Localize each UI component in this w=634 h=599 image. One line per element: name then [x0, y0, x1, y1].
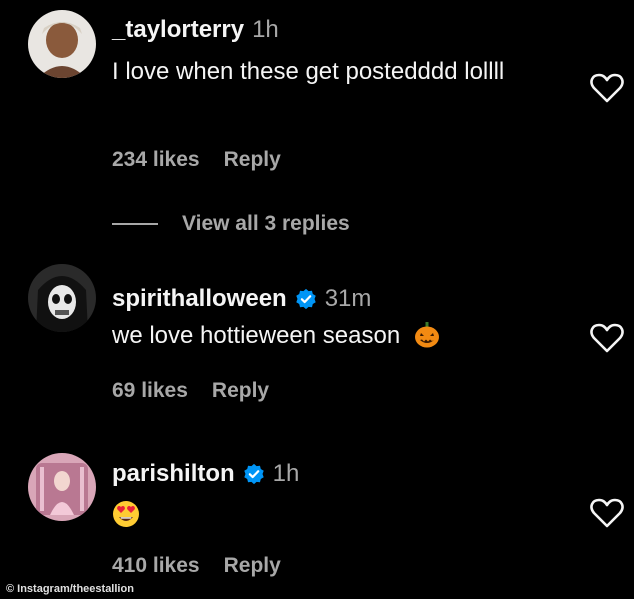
avatar[interactable] [28, 453, 96, 521]
view-replies-button[interactable]: View all 3 replies [112, 212, 350, 236]
comment-header: _taylorterry 1h [112, 16, 279, 44]
person-avatar-icon [28, 10, 96, 78]
comment-text-row: we love hottieween season [112, 320, 572, 352]
likes-count[interactable]: 234 likes [112, 148, 200, 171]
username[interactable]: spirithalloween [112, 285, 287, 313]
heart-icon[interactable] [590, 73, 624, 103]
comment-text: I love when these get postedddd lollll [112, 58, 505, 85]
comment-meta: 410 likes Reply [112, 554, 281, 578]
username[interactable]: parishilton [112, 460, 235, 488]
comment-text: we love hottieween season [112, 322, 401, 349]
replies-divider [112, 223, 158, 225]
comment-header: parishilton 1h [112, 460, 299, 488]
timestamp: 1h [252, 16, 279, 43]
comment-meta: 234 likes Reply [112, 148, 281, 172]
watermark: © Instagram/theestallion [6, 583, 134, 595]
pink-avatar-icon [28, 453, 96, 521]
comment-meta: 69 likes Reply [112, 379, 269, 403]
verified-badge-icon [243, 463, 264, 485]
skull-reaper-avatar-icon [28, 264, 96, 332]
timestamp: 1h [272, 460, 300, 487]
reply-button[interactable]: Reply [224, 148, 281, 171]
username[interactable]: _taylorterry [112, 16, 244, 44]
timestamp: 31m [324, 285, 372, 312]
likes-count[interactable]: 410 likes [112, 554, 200, 577]
reply-button[interactable]: Reply [212, 379, 269, 402]
avatar[interactable] [28, 10, 96, 78]
likes-count[interactable]: 69 likes [112, 379, 188, 402]
comment-text-row [112, 497, 572, 529]
heart-icon[interactable] [590, 323, 624, 353]
verified-badge-icon [295, 288, 316, 310]
heart-eyes-emoji-icon [113, 500, 139, 527]
heart-icon[interactable] [590, 498, 624, 528]
reply-button[interactable]: Reply [224, 554, 281, 577]
jack-o-lantern-icon [414, 321, 439, 348]
avatar[interactable] [28, 264, 96, 332]
comment-header: spirithalloween 31m [112, 285, 371, 313]
view-replies-label: View all 3 replies [182, 212, 350, 235]
